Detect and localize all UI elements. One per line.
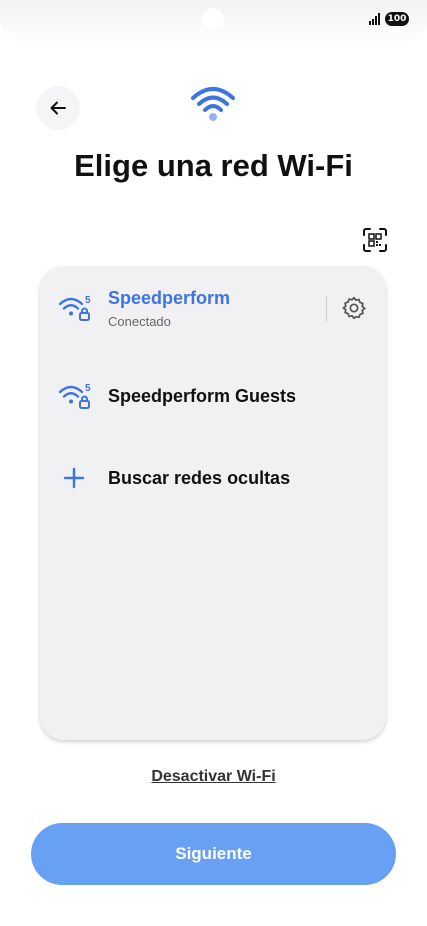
signal-icon <box>369 13 383 25</box>
network-status: Conectado <box>108 314 171 329</box>
search-hidden-networks-button[interactable]: Buscar redes ocultas <box>40 448 386 510</box>
gear-icon <box>342 296 366 320</box>
plus-icon <box>63 467 85 489</box>
arrow-left-icon <box>50 101 66 115</box>
back-button[interactable] <box>36 86 80 130</box>
next-button[interactable]: Siguiente <box>31 823 396 885</box>
hidden-networks-label: Buscar redes ocultas <box>108 468 291 488</box>
divider <box>326 296 327 322</box>
wifi-5g-lock-icon: 5 <box>58 383 91 409</box>
network-name: Speedperform Guests <box>108 386 297 406</box>
qr-scan-icon <box>363 228 387 252</box>
network-item-speedperform[interactable]: 5 Speedperform Conectado <box>40 266 386 346</box>
network-settings-button[interactable] <box>340 294 368 322</box>
page-title: Elige una red Wi-Fi <box>74 148 353 183</box>
battery-icon: 100 <box>385 12 409 26</box>
network-name: Speedperform <box>108 288 231 308</box>
network-list-card: 5 Speedperform Conectado 5 Speedperform … <box>40 266 386 740</box>
wifi-icon <box>191 87 235 121</box>
deactivate-wifi-link[interactable]: Desactivar Wi-Fi <box>151 768 275 785</box>
deactivate-wifi-container: Desactivar Wi-Fi <box>0 768 427 786</box>
band-label: 5 <box>85 295 91 306</box>
network-item-speedperform-guests[interactable]: 5 Speedperform Guests <box>40 366 386 428</box>
qr-scan-button[interactable] <box>359 224 391 256</box>
band-label: 5 <box>85 383 91 394</box>
wifi-5g-lock-icon: 5 <box>58 295 91 321</box>
status-bar: 100 <box>0 0 427 44</box>
camera-cutout <box>202 8 224 30</box>
